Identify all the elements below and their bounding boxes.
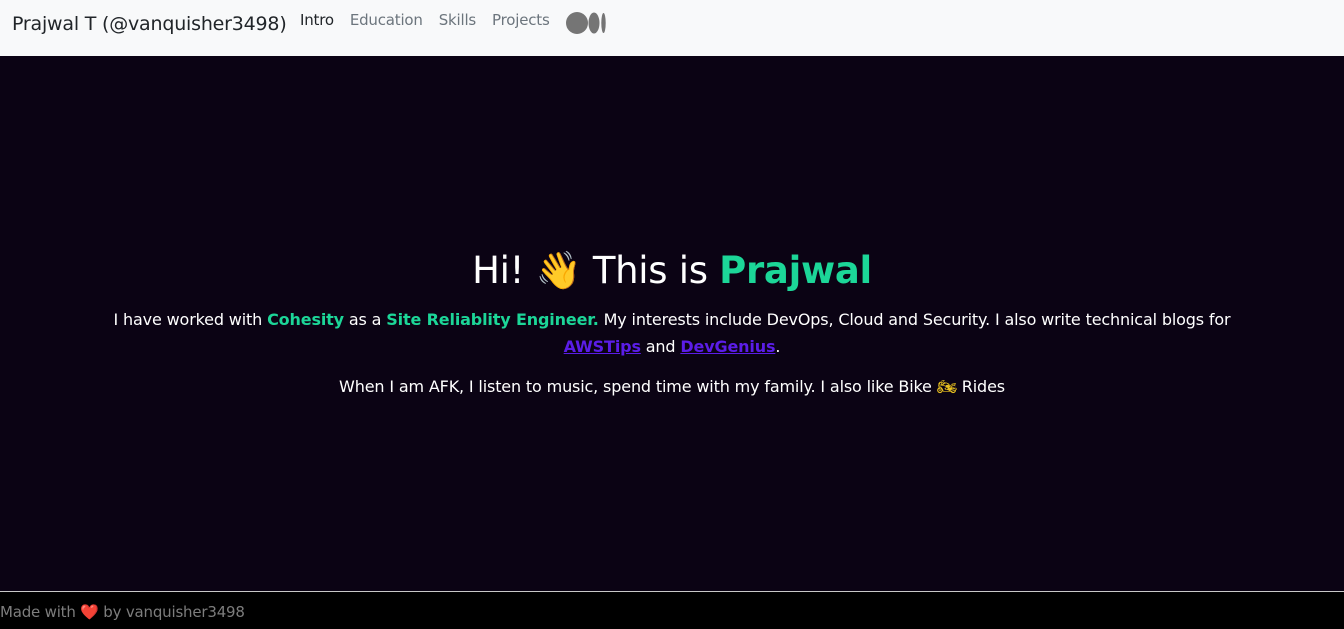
intro-text: . [775, 337, 781, 356]
intro-section: Hi! 👋 This is Prajwal I have worked with… [0, 56, 1344, 591]
hobbies-text: Rides [956, 377, 1005, 396]
awstips-link[interactable]: AWSTips [564, 337, 641, 356]
company-name: Cohesity [267, 310, 344, 329]
nav-link-education[interactable]: Education [342, 9, 431, 31]
hero-greeting: Hi! [472, 249, 525, 292]
hero-name: Prajwal [719, 249, 872, 292]
intro-paragraph: I have worked with Cohesity as a Site Re… [100, 306, 1244, 360]
motorcycle-icon: 🏍 [936, 377, 957, 396]
waving-hand-icon: 👋 [535, 249, 582, 292]
role-title: Site Reliablity Engineer. [386, 310, 599, 329]
hero-title-middle: This is [592, 249, 708, 292]
hobbies-paragraph: When I am AFK, I listen to music, spend … [0, 375, 1344, 399]
footer-suffix: by vanquisher3498 [98, 603, 245, 621]
medium-icon[interactable] [565, 12, 608, 34]
hobbies-text: When I am AFK, I listen to music, spend … [339, 377, 937, 396]
intro-text: I have worked with [113, 310, 268, 329]
hero-title: Hi! 👋 This is Prajwal [0, 246, 1344, 296]
heart-icon: ❤️ [80, 603, 99, 621]
navbar: Prajwal T (@vanquisher3498) Intro Educat… [0, 0, 1344, 56]
brand-link[interactable]: Prajwal T (@vanquisher3498) [12, 12, 287, 36]
intro-text: as a [343, 310, 387, 329]
footer-prefix: Made with [0, 603, 81, 621]
nav-link-projects[interactable]: Projects [484, 9, 558, 31]
devgenius-link[interactable]: DevGenius [680, 337, 775, 356]
intro-text: and [640, 337, 681, 356]
nav-link-skills[interactable]: Skills [431, 9, 484, 31]
nav-link-intro[interactable]: Intro [292, 9, 342, 31]
footer: Made with ❤️ by vanquisher3498 [0, 591, 1344, 629]
intro-text: My interests include DevOps, Cloud and S… [598, 310, 1231, 329]
nav-links: Intro Education Skills Projects [292, 9, 608, 34]
